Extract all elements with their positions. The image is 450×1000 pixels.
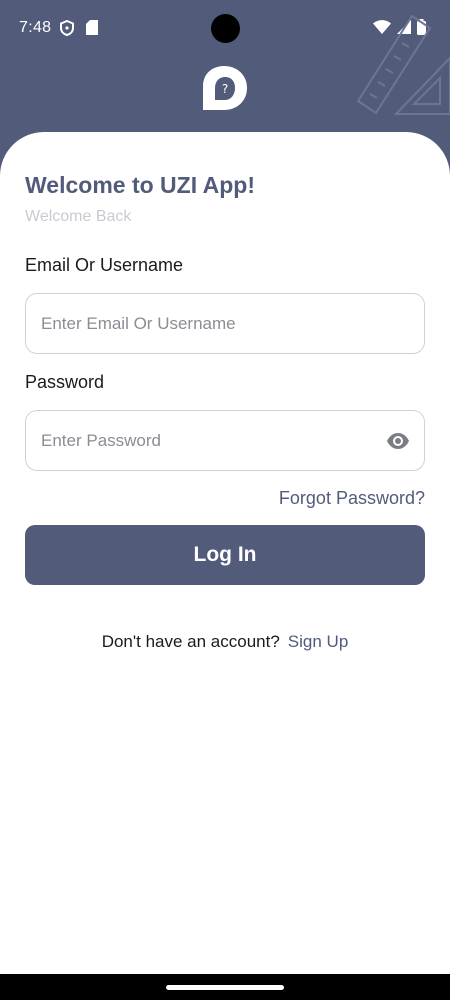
forgot-password-link[interactable]: Forgot Password? <box>279 488 425 509</box>
signup-prompt: Don't have an account? <box>101 632 280 651</box>
sd-card-icon <box>86 20 98 40</box>
password-field[interactable] <box>25 410 425 471</box>
shield-icon <box>60 19 74 41</box>
app-logo-icon: ? <box>203 66 247 110</box>
eye-icon[interactable] <box>386 430 410 457</box>
login-screen: 7:48 ? Welcome to UZI App! Welcome Back … <box>0 0 450 974</box>
svg-text:?: ? <box>222 82 228 96</box>
signup-link[interactable]: Sign Up <box>288 632 348 651</box>
email-input[interactable] <box>41 294 381 353</box>
password-label: Password <box>25 372 105 392</box>
status-time: 7:48 <box>19 19 52 36</box>
signup-row: Don't have an account? Sign Up <box>0 632 450 652</box>
rulers-icon <box>350 6 450 131</box>
login-button[interactable]: Log In <box>25 525 425 585</box>
home-indicator[interactable] <box>166 985 284 990</box>
navigation-bar <box>0 974 450 1000</box>
welcome-title: Welcome to UZI App! <box>25 172 255 198</box>
camera-cutout <box>211 14 240 43</box>
welcome-subtitle: Welcome Back <box>25 208 132 225</box>
email-field[interactable] <box>25 293 425 354</box>
password-input[interactable] <box>41 411 381 470</box>
email-label: Email Or Username <box>25 255 184 275</box>
